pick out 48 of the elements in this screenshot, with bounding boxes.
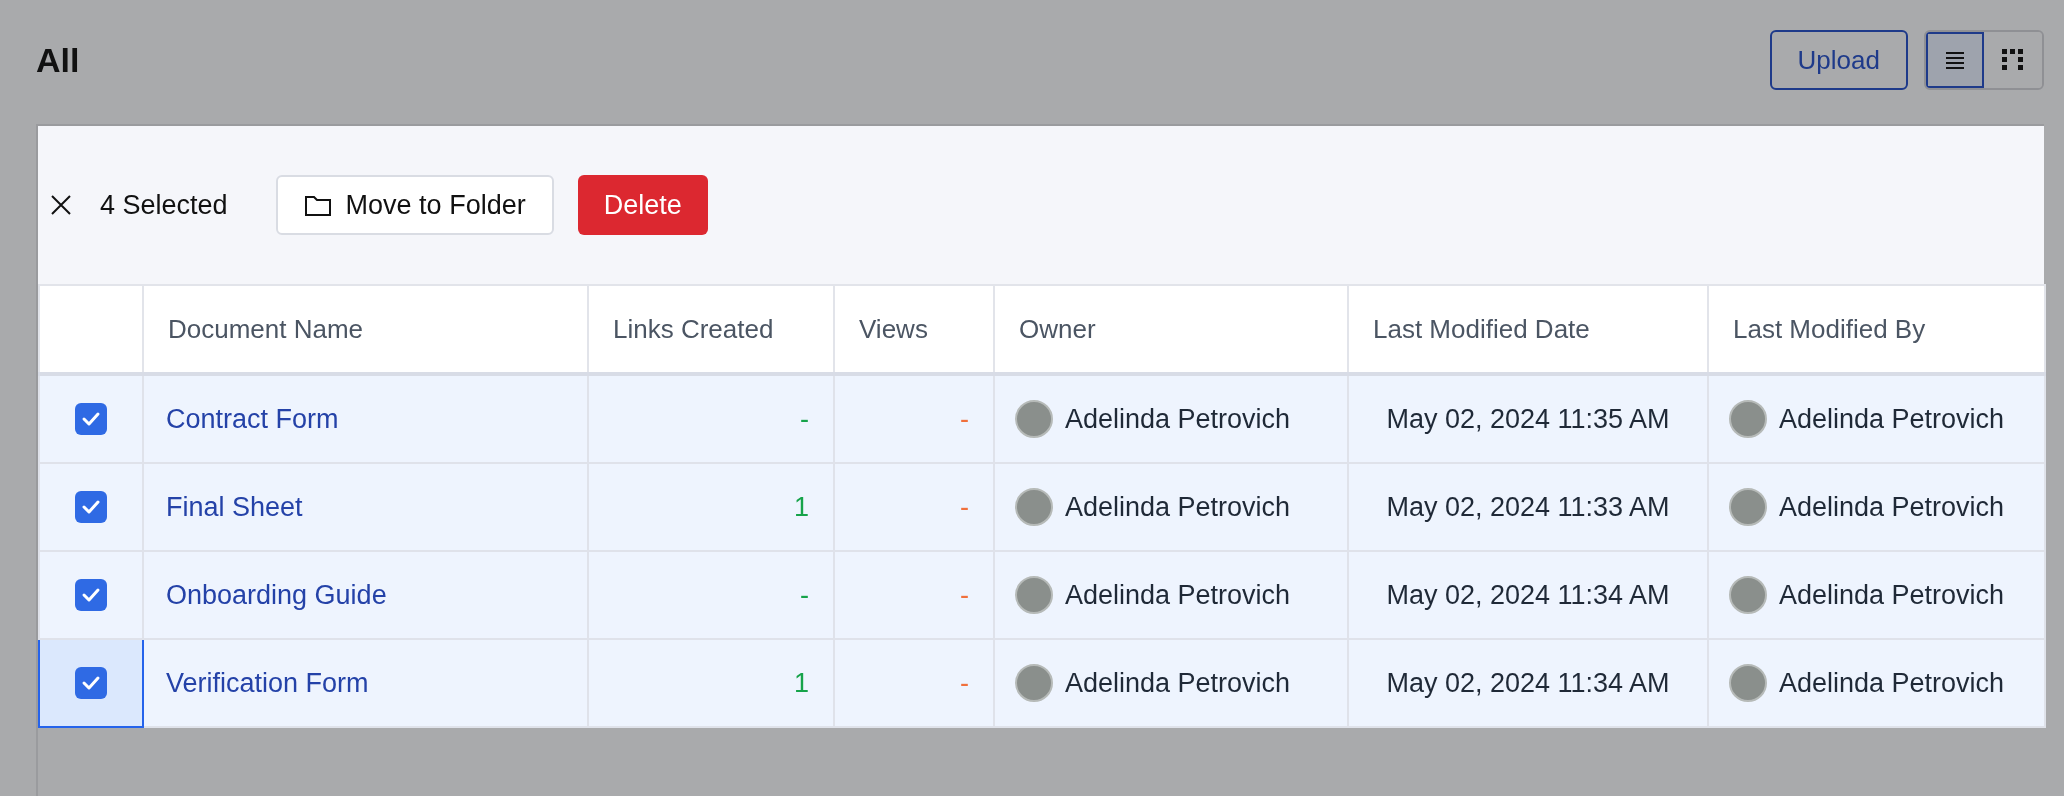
owner-name: Adelinda Petrovich <box>1065 579 1291 611</box>
avatar-icon <box>1729 576 1767 614</box>
document-link[interactable]: Verification Form <box>166 667 369 698</box>
upload-button[interactable]: Upload <box>1769 30 1908 90</box>
table-cell: 1 <box>588 639 834 727</box>
document-link[interactable]: Onboarding Guide <box>166 579 387 610</box>
row-checkbox[interactable] <box>75 579 107 611</box>
avatar-icon <box>1729 664 1767 702</box>
folder-icon <box>303 193 332 217</box>
list-view-button[interactable] <box>1926 32 1984 88</box>
modifier-name: Adelinda Petrovich <box>1779 491 2005 523</box>
avatar-icon <box>1015 664 1053 702</box>
column-header: Last Modified By <box>1708 285 2045 374</box>
grid-view-icon <box>2002 49 2024 71</box>
row-checkbox[interactable] <box>75 667 107 699</box>
modifier-name: Adelinda Petrovich <box>1779 667 2005 699</box>
table-cell: - <box>834 639 994 727</box>
column-header: Views <box>834 285 994 374</box>
column-header: Owner <box>994 285 1348 374</box>
move-to-folder-button[interactable]: Move to Folder <box>275 175 554 235</box>
avatar-icon <box>1729 488 1767 526</box>
owner-name: Adelinda Petrovich <box>1065 491 1291 523</box>
avatar-icon <box>1015 576 1053 614</box>
document-link[interactable]: Contract Form <box>166 403 339 434</box>
check-icon <box>81 587 101 603</box>
close-icon <box>50 194 72 216</box>
avatar-icon <box>1015 400 1053 438</box>
check-icon <box>81 675 101 691</box>
check-icon <box>81 499 101 515</box>
column-header: Links Created <box>588 285 834 374</box>
modifier-name: Adelinda Petrovich <box>1779 403 2005 435</box>
avatar-icon <box>1015 488 1053 526</box>
owner-name: Adelinda Petrovich <box>1065 667 1291 699</box>
avatar-icon <box>1729 400 1767 438</box>
checkbox-cell[interactable] <box>39 639 143 727</box>
page-title: All <box>36 40 80 80</box>
delete-button[interactable]: Delete <box>577 175 708 235</box>
column-header: Document Name <box>143 285 588 374</box>
document-link[interactable]: Final Sheet <box>166 491 303 522</box>
table-cell: May 02, 2024 11:34 AM <box>1348 639 1708 727</box>
modifier-name: Adelinda Petrovich <box>1779 579 2005 611</box>
owner-name: Adelinda Petrovich <box>1065 403 1291 435</box>
row-checkbox[interactable] <box>75 403 107 435</box>
selection-count: 4 Selected <box>100 189 228 221</box>
check-icon <box>81 411 101 427</box>
list-view-icon <box>1944 50 1966 70</box>
row-checkbox[interactable] <box>75 491 107 523</box>
column-header: Last Modified Date <box>1348 285 1708 374</box>
